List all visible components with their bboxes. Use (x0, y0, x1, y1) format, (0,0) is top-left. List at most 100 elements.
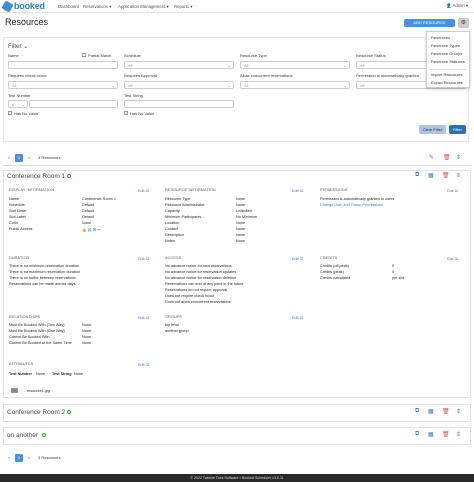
info-row-value: None (236, 203, 246, 207)
delete-icon[interactable]: 🗑 (442, 408, 450, 415)
edit-credits-link[interactable]: Edit ☑ (447, 256, 458, 261)
menu-item-resource-statuses[interactable]: Resource Statuses (431, 59, 465, 64)
credits-header: CREDITS (320, 256, 338, 260)
change-permissions-link[interactable]: Change User and Group Permissions (320, 203, 383, 207)
schedule-select[interactable]: All ⌄ (124, 61, 234, 69)
requires-checkin-select[interactable]: All ⌄ (8, 81, 118, 89)
prev-page-button[interactable]: « (5, 454, 13, 462)
delete-icon[interactable]: 🗑 (442, 172, 450, 179)
access-line: Does not require check in/out (165, 294, 215, 298)
delete-icon[interactable]: 🗑 (443, 154, 451, 161)
display-row-label: Sort Order (9, 209, 27, 213)
info-row-value: None (236, 221, 246, 225)
resource-image-thumbnail[interactable] (11, 388, 18, 393)
public-access-icons[interactable]: 🔒 ▤ ⌘ ⚯ (82, 227, 101, 232)
copy-icon[interactable]: ⧉ (415, 431, 419, 438)
partial-match-checkbox[interactable] (82, 53, 86, 57)
attribute-label: Test String (52, 372, 72, 376)
allow-concurrent-select[interactable]: All ⌄ (240, 81, 350, 89)
nav-application-management[interactable]: Application Management ▾ (118, 4, 169, 10)
display-row-label: Color (9, 221, 19, 225)
permissions-header: PERMISSIONS (320, 188, 348, 192)
status-icon[interactable] (42, 433, 46, 437)
attribute-value: None (36, 372, 46, 376)
display-row-value: Conference Room 1 (82, 197, 116, 201)
page-1-button[interactable]: 1 (15, 154, 23, 162)
duration-line: Reservations can be made across days (9, 282, 76, 286)
has-no-value-checkbox-2[interactable] (124, 111, 128, 115)
move-icon[interactable]: ⇕ (456, 154, 461, 161)
menu-item-resources[interactable]: Resources (431, 35, 450, 40)
brand-name: booked (14, 1, 45, 11)
resource-name[interactable]: Conference Room 1 (7, 173, 65, 180)
page-1-button[interactable]: 1 (15, 454, 23, 462)
qr-icon[interactable]: ▦ (428, 431, 434, 438)
has-no-value-checkbox-1[interactable] (8, 111, 12, 115)
add-resource-button[interactable]: ADD RESOURCE (404, 19, 455, 27)
access-line: Reservations do not require approval (165, 288, 228, 292)
test-number-operator-select[interactable]: = ⌄ (8, 100, 28, 108)
nav-dashboard[interactable]: Dashboard (58, 4, 79, 9)
next-page-button[interactable]: » (25, 154, 33, 162)
filter-title[interactable]: Filter ⌄ (8, 43, 28, 50)
brand-logo[interactable]: booked (1, 0, 55, 13)
move-icon[interactable]: ⇕ (456, 408, 461, 415)
resource-name[interactable]: on another (7, 432, 38, 439)
menu-item-import[interactable]: Import Resources (431, 72, 463, 77)
duration-line: There is no buffer between reservations (9, 276, 76, 280)
embed-icon[interactable]: ⌘ (92, 228, 96, 232)
edit-permissions-link[interactable]: Edit ☑ (447, 188, 458, 193)
info-row-label: Resource Administrator (165, 203, 205, 207)
name-input[interactable] (8, 61, 118, 69)
relationship-row-value: None (82, 335, 92, 339)
resource-name[interactable]: Conference Room 2 (7, 409, 65, 416)
next-page-button[interactable]: » (25, 454, 33, 462)
qr-icon[interactable]: ▦ (428, 408, 434, 415)
groups-header: GROUPS (165, 315, 183, 319)
chevron-down-icon: ⌄ (227, 63, 231, 68)
edit-relationships-link[interactable]: Edit ☑ (138, 315, 149, 320)
edit-access-link[interactable]: Edit ☑ (292, 256, 303, 261)
edit-attributes-link[interactable]: Edit ☑ (138, 362, 149, 367)
lock-icon[interactable]: 🔒 (82, 228, 87, 232)
link-icon[interactable]: ⚯ (97, 228, 100, 232)
clear-filter-button[interactable]: Clear Filter (419, 125, 446, 134)
display-row-value: Default (82, 203, 95, 207)
delete-icon[interactable]: 🗑 (442, 431, 450, 438)
nav-reports[interactable]: Reports ▾ (174, 4, 192, 10)
copy-icon[interactable]: ⧉ (415, 172, 419, 179)
attribute-label: Test Number (9, 372, 32, 376)
allow-concurrent-label: Allow concurrent reservations (240, 73, 293, 78)
edit-icon[interactable]: ✎ (429, 154, 434, 161)
filter-title-text: Filter (8, 44, 22, 50)
test-number-input[interactable] (29, 100, 118, 108)
requires-approval-label: Requires Approval (124, 73, 157, 78)
menu-item-resource-groups[interactable]: Resource Groups (431, 51, 462, 56)
resource-info-header: RESOURCE INFORMATION (165, 188, 216, 192)
status-icon[interactable] (67, 410, 71, 414)
user-menu[interactable]: 👤 Admin ▾ (446, 3, 468, 9)
apply-filter-button[interactable]: Filter (449, 125, 466, 134)
allow-concurrent-select-value: All (244, 83, 249, 88)
move-icon[interactable]: ⇕ (456, 431, 461, 438)
move-icon[interactable]: ⇕ (456, 172, 461, 179)
attribute-value: None (74, 372, 84, 376)
edit-duration-link[interactable]: Edit ☑ (138, 256, 149, 261)
test-string-input[interactable] (124, 100, 234, 108)
footer: © 2022 Twinkle Toes Software • Booked Sc… (0, 474, 474, 482)
calendar-icon[interactable]: ▤ (88, 228, 92, 232)
edit-groups-link[interactable]: Edit ☑ (292, 315, 303, 320)
edit-resource-info-link[interactable]: Edit ☑ (292, 188, 303, 193)
menu-item-resource-types[interactable]: Resource Types (431, 43, 460, 48)
copy-icon[interactable]: ⧉ (415, 408, 419, 415)
edit-display-link[interactable]: Edit ☑ (138, 188, 149, 193)
requires-approval-select[interactable]: All ⌄ (124, 81, 234, 89)
status-icon[interactable] (67, 174, 71, 178)
prev-page-button[interactable]: « (5, 154, 13, 162)
menu-item-export[interactable]: Export Resources (431, 80, 463, 85)
qr-icon[interactable]: ▦ (428, 172, 434, 179)
info-row-label: Capacity (165, 209, 180, 213)
nav-reservations[interactable]: Reservations ▾ (83, 4, 111, 10)
gear-icon[interactable]: ⚙ (458, 18, 469, 28)
resource-type-select[interactable]: All ⌄ (240, 61, 350, 69)
